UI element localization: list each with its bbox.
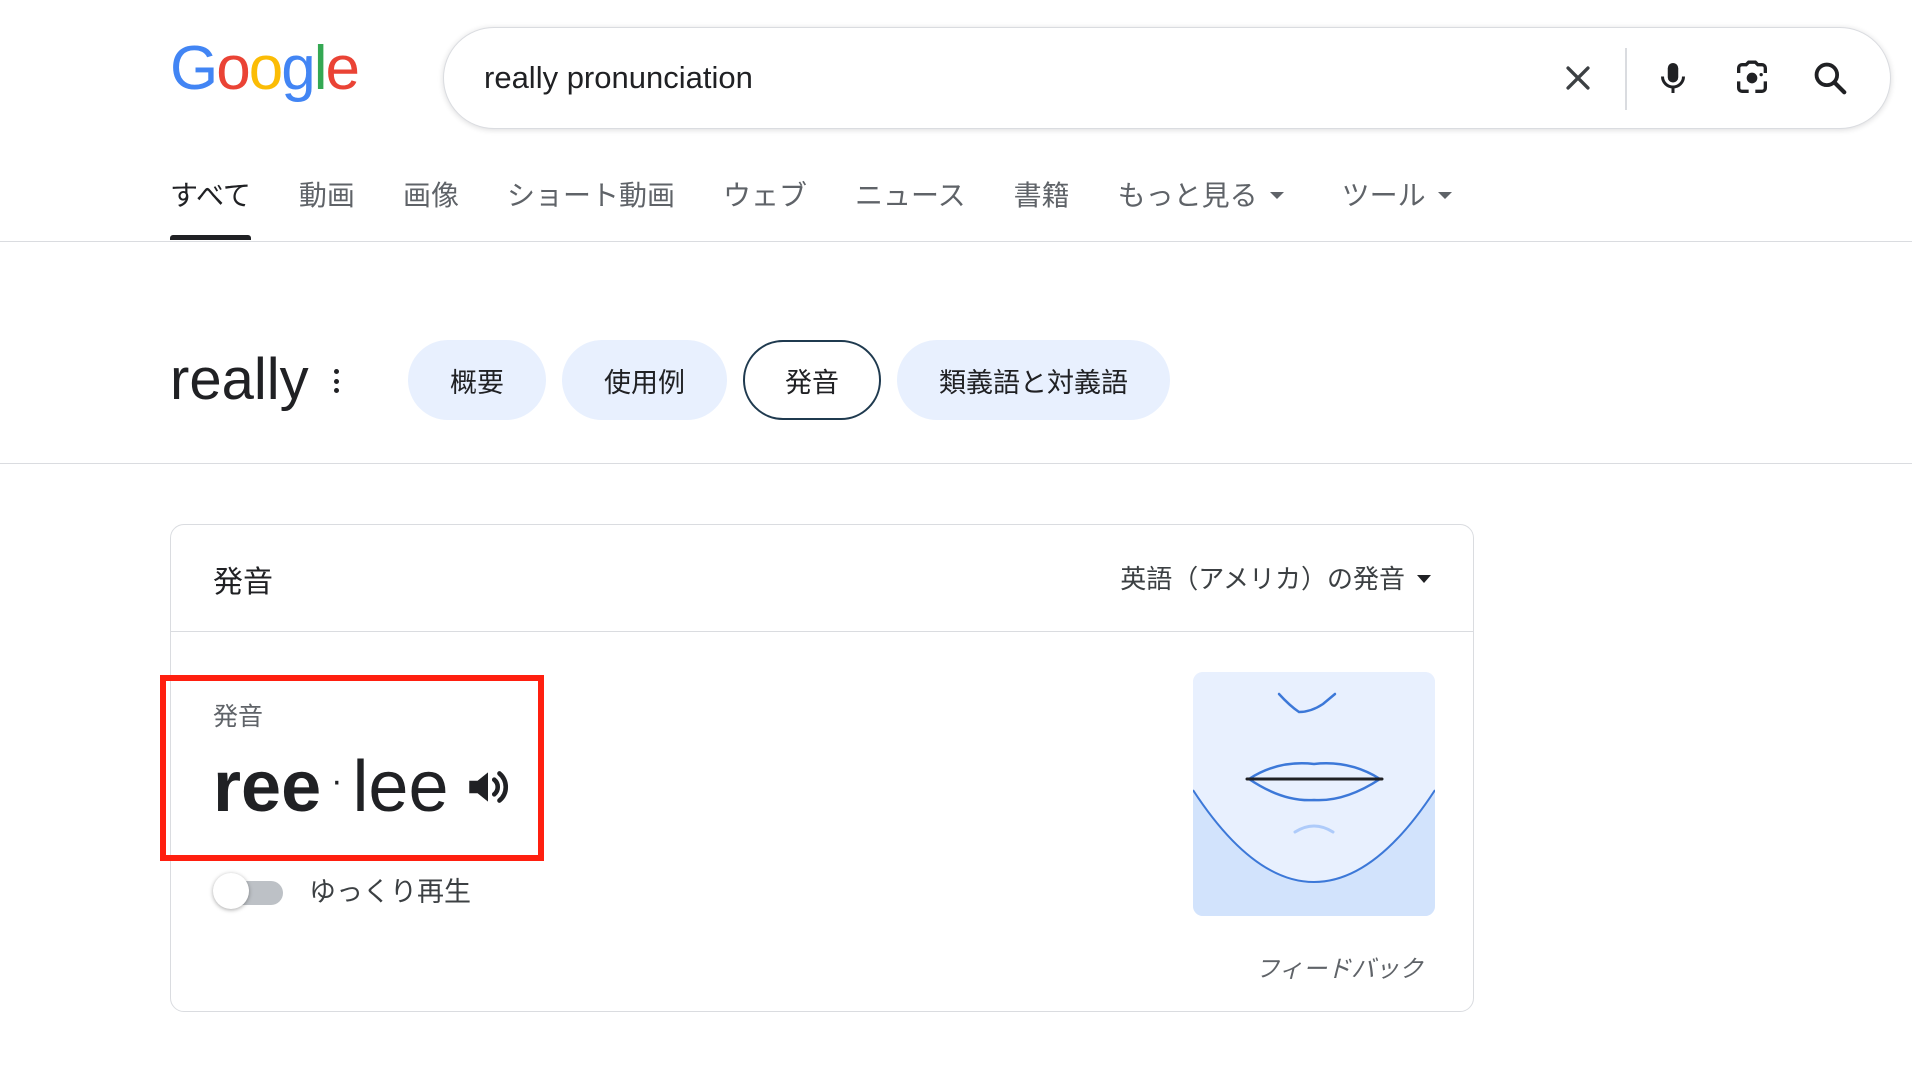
tab-news-label: ニュース	[854, 179, 966, 212]
tab-all[interactable]: すべて	[170, 170, 251, 242]
pronunciation-label: 発音	[213, 702, 264, 731]
logo-letter-l: l	[313, 34, 328, 103]
tab-web[interactable]: ウェブ	[723, 170, 807, 242]
search-icon[interactable]	[1806, 54, 1854, 102]
syllable-separator: ·	[331, 762, 343, 800]
tab-short-videos-label: ショート動画	[506, 179, 675, 212]
dropdown-caret-icon	[1417, 574, 1431, 583]
card-title: 発音	[213, 565, 273, 600]
search-tabs: すべて 動画 画像 ショート動画 ウェブ ニュース 書籍 もっと見る ツール	[170, 170, 1500, 242]
tab-all-label: すべて	[170, 179, 251, 212]
search-results-page: Google really pronunciation すべて 動画 画像 ショ…	[0, 0, 1912, 1068]
google-logo[interactable]: Google	[170, 38, 360, 100]
logo-letter-e: e	[325, 34, 360, 103]
tab-images[interactable]: 画像	[403, 170, 459, 242]
tab-books-label: 書籍	[1013, 179, 1070, 212]
tab-more[interactable]: もっと見る	[1118, 170, 1284, 242]
tab-books[interactable]: 書籍	[1014, 170, 1070, 242]
tab-videos[interactable]: 動画	[299, 170, 355, 242]
logo-letter-o1: o	[216, 34, 251, 103]
unstressed-syllable: lee	[352, 747, 449, 827]
chip-pronunciation[interactable]: 発音	[743, 340, 881, 420]
tab-short-videos[interactable]: ショート動画	[507, 170, 675, 242]
topic-chips: 概要 使用例 発音 類義語と対義語	[408, 340, 1170, 420]
slow-playback-toggle[interactable]	[213, 873, 285, 909]
mic-icon[interactable]	[1649, 54, 1697, 102]
card-divider	[171, 631, 1473, 632]
logo-letter-g: G	[170, 34, 218, 103]
chip-examples[interactable]: 使用例	[562, 340, 727, 420]
tab-images-label: 画像	[402, 179, 459, 212]
language-dropdown-label: 英語（アメリカ）の発音	[1120, 565, 1405, 595]
more-vert-icon[interactable]	[325, 365, 347, 397]
tab-tools[interactable]: ツール	[1342, 170, 1452, 242]
logo-letter-g2: g	[281, 34, 316, 103]
mouth-animation-image	[1193, 672, 1435, 916]
tab-tools-label: ツール	[1341, 179, 1426, 212]
search-box[interactable]: really pronunciation	[443, 27, 1891, 129]
pronunciation-card: 発音 英語（アメリカ）の発音 発音 ree · lee ゆっくり再生 フィードバ…	[170, 524, 1474, 1012]
lens-icon[interactable]	[1728, 54, 1776, 102]
toggle-knob	[213, 873, 249, 909]
stressed-syllable: ree	[213, 747, 322, 827]
page-title: really	[170, 347, 309, 412]
tabs-divider	[0, 241, 1912, 242]
tab-more-label: もっと見る	[1117, 179, 1258, 212]
chevron-down-icon	[1269, 191, 1284, 199]
feedback-link[interactable]: フィードバック	[1255, 949, 1423, 984]
logo-letter-o2: o	[248, 34, 284, 103]
tab-videos-label: 動画	[298, 179, 355, 212]
chevron-down-icon	[1437, 191, 1452, 199]
search-divider	[1625, 48, 1627, 110]
chip-overview[interactable]: 概要	[408, 340, 546, 420]
tab-web-label: ウェブ	[722, 179, 807, 212]
language-dropdown[interactable]: 英語（アメリカ）の発音	[1120, 559, 1431, 596]
section-divider	[0, 463, 1912, 464]
search-input[interactable]: really pronunciation	[484, 28, 753, 128]
phonetic-spelling: ree · lee	[213, 737, 513, 837]
tab-news[interactable]: ニュース	[855, 170, 966, 242]
slow-playback-label: ゆっくり再生	[309, 877, 471, 908]
close-icon[interactable]	[1554, 54, 1602, 102]
chip-synonyms-antonyms[interactable]: 類義語と対義語	[897, 340, 1170, 420]
speaker-icon[interactable]	[463, 762, 513, 812]
